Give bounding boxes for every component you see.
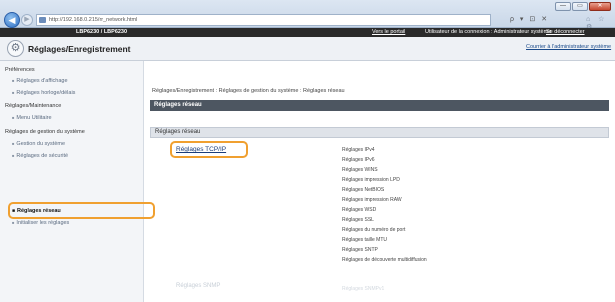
logout-link[interactable]: Se déconnecter [546, 29, 585, 35]
snmp-item-v1: Réglages SNMPv1 [342, 286, 385, 292]
sidebar-group-maintenance: Réglages/Maintenance [5, 103, 62, 109]
sidebar-item-utility-menu[interactable]: ■ Menu Utilitaire [12, 115, 52, 121]
device-header: LBP6230 / LBP6230 Vers le portail Utilis… [0, 28, 615, 37]
site-favicon-icon [39, 17, 46, 23]
bottom-fade [144, 262, 615, 302]
tcp-item-port-number: Réglages du numéro de port [342, 227, 406, 233]
close-button[interactable]: ✕ [589, 2, 611, 11]
address-bar[interactable]: http://192.168.0.215/rr_network.html [36, 14, 491, 26]
sidebar: Préférences ■ Réglages d'affichage ■ Régla… [0, 61, 144, 302]
sidebar-item-security-settings[interactable]: ■ Réglages de sécurité [12, 153, 68, 159]
tcpip-highlight-callout [170, 141, 248, 158]
address-tools[interactable]: ρ ▾ ⊡ ✕ [510, 15, 549, 23]
forward-arrow-icon[interactable]: ▶ [21, 14, 33, 26]
window-controls: — ▭ ✕ [555, 2, 611, 11]
sidebar-item-clock-settings[interactable]: ■ Réglages horloge/délais [12, 90, 75, 96]
sidebar-highlight-callout [8, 202, 155, 219]
mail-admin-link[interactable]: Courrier à l'administrateur système [526, 44, 611, 50]
tcp-item-mtu: Réglages taille MTU [342, 237, 388, 243]
section-title: Réglages réseau [150, 100, 609, 111]
page-title-bar: ⚙ Réglages/Enregistrement Courrier à l'a… [0, 37, 615, 61]
tcp-item-multicast-discovery: Réglages de découverte multidiffusion [342, 257, 427, 263]
portal-link[interactable]: Vers le portail [372, 29, 405, 35]
subsection-title: Réglages réseau [150, 127, 609, 138]
tcp-item-ipv4: Réglages IPv4 [342, 147, 375, 153]
page-title: Réglages/Enregistrement [28, 44, 131, 54]
sidebar-item-system-management[interactable]: ■ Gestion du système [12, 141, 65, 147]
breadcrumb: Réglages/Enregistrement : Réglages de ge… [152, 88, 345, 94]
tcp-item-ipv6: Réglages IPv6 [342, 157, 375, 163]
minimize-button[interactable]: — [555, 2, 571, 11]
maximize-button[interactable]: ▭ [572, 2, 588, 11]
address-url: http://192.168.0.215/rr_network.html [49, 17, 138, 23]
tcp-item-sntp: Réglages SNTP [342, 247, 378, 253]
sidebar-item-display-settings[interactable]: ■ Réglages d'affichage [12, 78, 68, 84]
printer-name: LBP6230 / LBP6230 [76, 29, 128, 35]
sidebar-group-system-management: Réglages de gestion du système [5, 129, 85, 135]
tcp-item-netbios: Réglages NetBIOS [342, 187, 385, 193]
snmp-settings-link[interactable]: Réglages SNMP [176, 283, 220, 289]
tcp-item-raw: Réglages impression RAW [342, 197, 402, 203]
sidebar-item-reset-settings[interactable]: ■ Initialiser les réglages [12, 220, 69, 226]
tcp-item-lpd: Réglages impression LPD [342, 177, 400, 183]
sidebar-group-preferences: Préférences [5, 67, 35, 73]
tcp-item-wsd: Réglages WSD [342, 207, 377, 213]
tcp-item-wins: Réglages WINS [342, 167, 378, 173]
login-user-info: Utilisateur de la connexion : Administra… [425, 29, 552, 35]
back-arrow-icon[interactable]: ◀ [4, 12, 20, 28]
tcp-item-ssl: Réglages SSL [342, 217, 374, 223]
settings-gear-icon: ⚙ [7, 40, 24, 57]
browser-toolbar: — ▭ ✕ ◀ ▶ http://192.168.0.215/rr_networ… [0, 0, 615, 31]
